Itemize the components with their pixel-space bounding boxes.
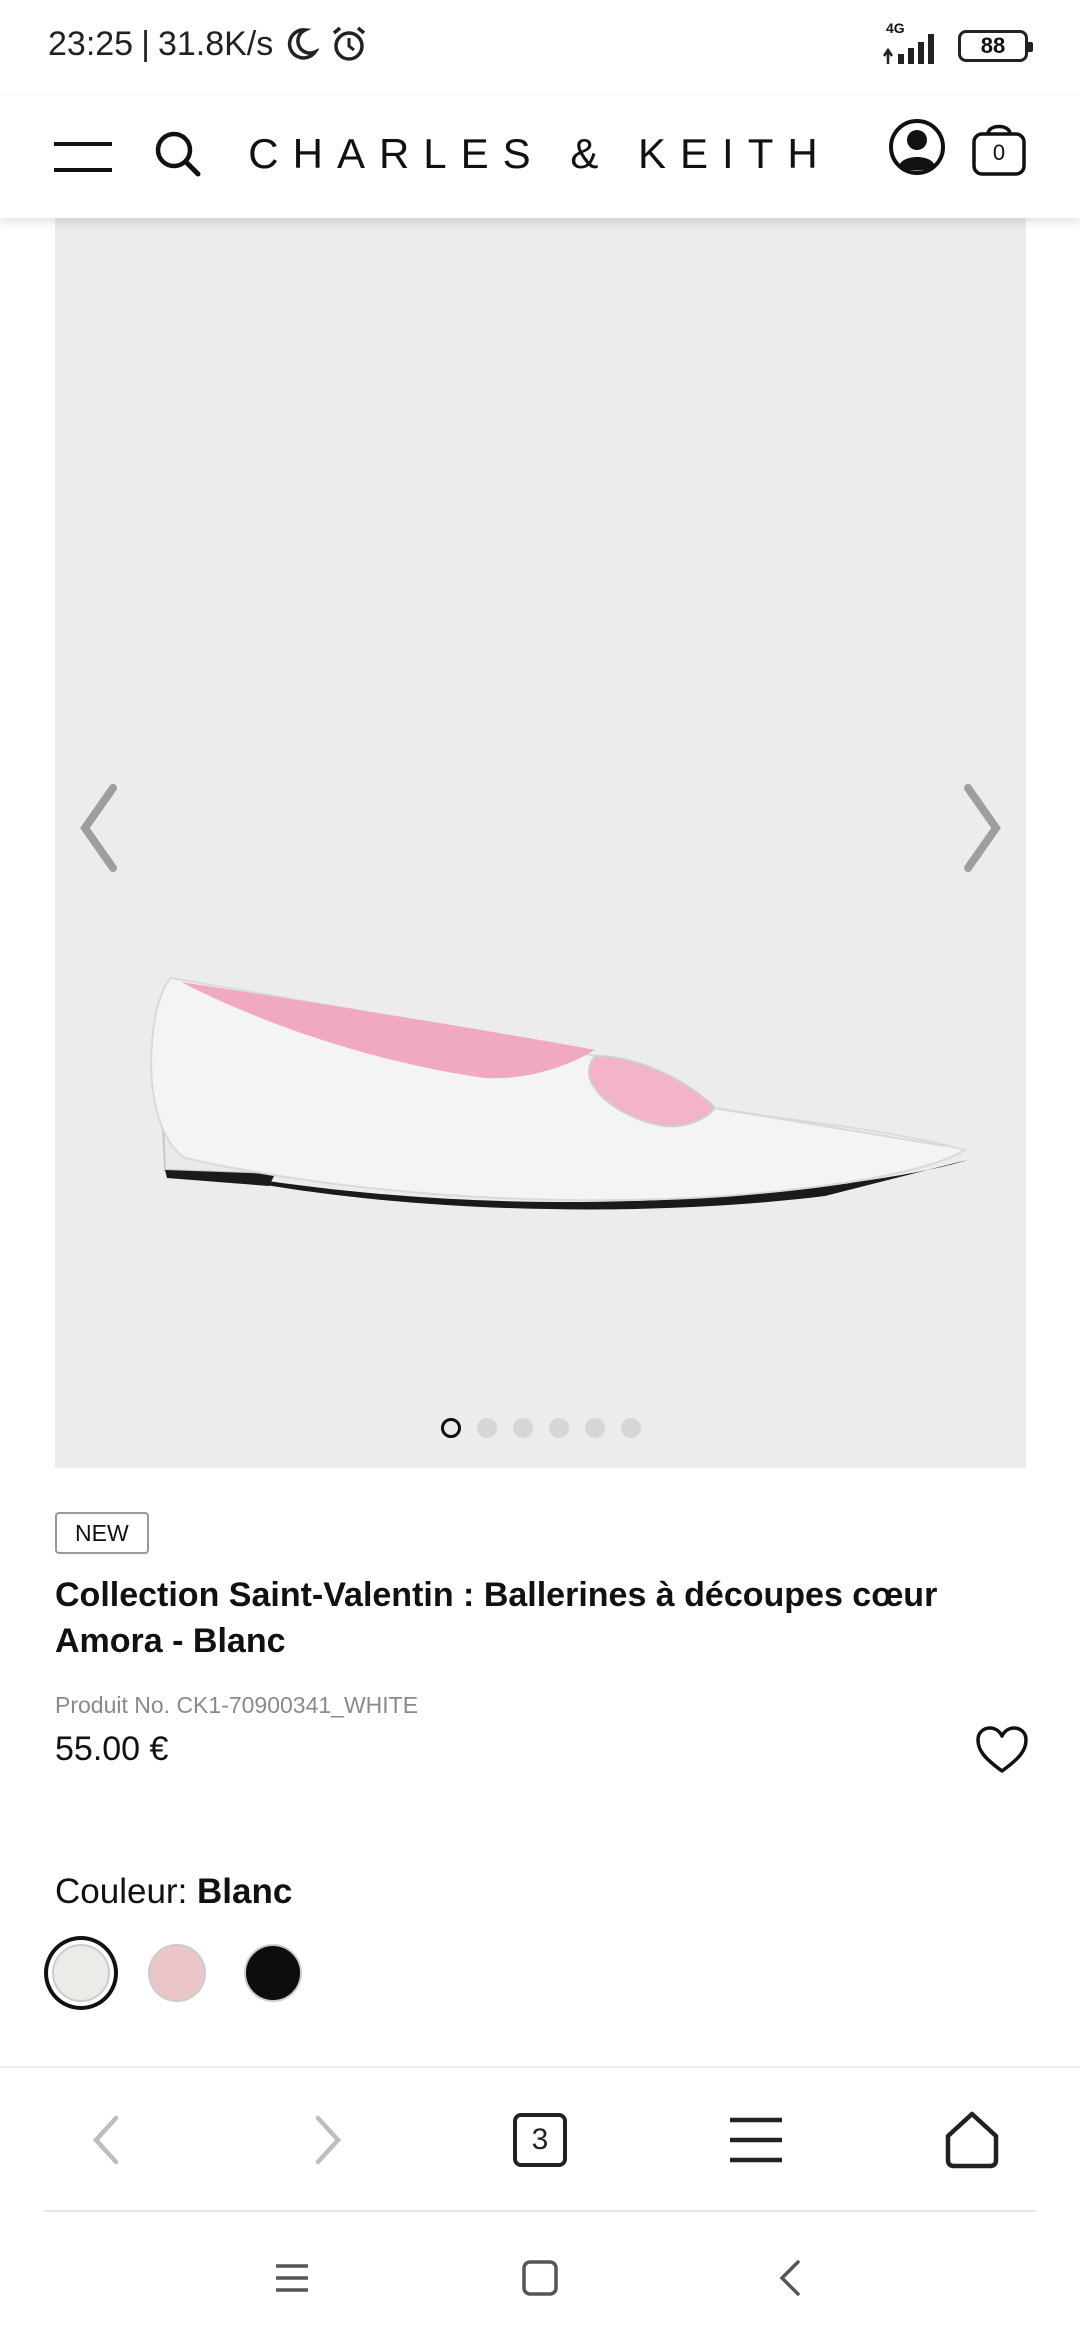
gallery-dot[interactable] bbox=[548, 1418, 569, 1438]
product-number: Produit No. CK1-70900341_WHITE bbox=[55, 1692, 419, 1718]
bag-count: 0 bbox=[992, 140, 1006, 165]
shopping-bag-button[interactable]: 0 bbox=[968, 116, 1030, 178]
chevron-right-icon bbox=[315, 2115, 342, 2165]
browser-home-button[interactable] bbox=[940, 2108, 1004, 2172]
colour-swatches bbox=[52, 1944, 302, 2002]
colour-swatch[interactable] bbox=[148, 1944, 206, 2002]
colour-label: Couleur: bbox=[55, 1872, 188, 1911]
moon-icon bbox=[288, 28, 320, 60]
gallery-pagination bbox=[55, 1418, 1026, 1438]
network-type: 4G bbox=[886, 20, 905, 36]
product-image-gallery[interactable] bbox=[55, 218, 1026, 1468]
home-icon bbox=[945, 2111, 999, 2169]
status-time: 23:25 bbox=[48, 24, 134, 63]
heart-icon[interactable] bbox=[974, 1724, 1030, 1776]
status-right: 4G 88 bbox=[880, 20, 1033, 66]
browser-tabs-button[interactable]: 3 bbox=[508, 2108, 572, 2172]
product-shoe-image bbox=[150, 976, 968, 1210]
colour-selector-label: Couleur: Blanc bbox=[55, 1872, 292, 1912]
product-price: 55.00 € bbox=[55, 1730, 169, 1768]
site-header: CHARLES & KEITH 0 bbox=[0, 96, 1080, 218]
status-separator: | bbox=[141, 24, 150, 63]
browser-back-button[interactable] bbox=[74, 2108, 138, 2172]
gallery-dot[interactable] bbox=[620, 1418, 641, 1438]
account-icon[interactable] bbox=[888, 118, 946, 176]
new-badge: NEW bbox=[55, 1512, 149, 1554]
home-square-icon[interactable] bbox=[516, 2254, 564, 2302]
colour-swatch[interactable] bbox=[52, 1944, 110, 2002]
browser-toolbar: 3 bbox=[0, 2066, 1080, 2210]
gallery-dot[interactable] bbox=[512, 1418, 533, 1438]
status-left: 23:25 | 31.8K/s bbox=[48, 24, 369, 64]
status-bar: 23:25 | 31.8K/s 4G 88 bbox=[0, 0, 1080, 96]
menu-icon bbox=[730, 2117, 782, 2163]
gallery-dot[interactable] bbox=[476, 1418, 497, 1438]
browser-forward-button[interactable] bbox=[296, 2108, 360, 2172]
tab-count: 3 bbox=[513, 2113, 567, 2167]
selected-colour: Blanc bbox=[197, 1872, 293, 1911]
recent-apps-icon[interactable] bbox=[268, 2254, 316, 2302]
gallery-dot[interactable] bbox=[440, 1418, 461, 1438]
gallery-dot[interactable] bbox=[584, 1418, 605, 1438]
next-image-arrow-icon[interactable] bbox=[952, 778, 1012, 878]
chevron-left-icon bbox=[92, 2115, 119, 2165]
alarm-icon bbox=[333, 26, 366, 61]
back-icon[interactable] bbox=[768, 2254, 816, 2302]
product-title: Collection Saint-Valentin : Ballerines à… bbox=[55, 1576, 938, 1660]
network-speed: 31.8K/s bbox=[157, 24, 274, 63]
battery-indicator: 88 bbox=[958, 30, 1033, 62]
previous-image-arrow-icon[interactable] bbox=[69, 778, 129, 878]
signal-icon: 4G bbox=[880, 20, 944, 66]
browser-menu-button[interactable] bbox=[724, 2108, 788, 2172]
system-navigation-bar bbox=[0, 2212, 1080, 2340]
colour-swatch[interactable] bbox=[244, 1944, 302, 2002]
